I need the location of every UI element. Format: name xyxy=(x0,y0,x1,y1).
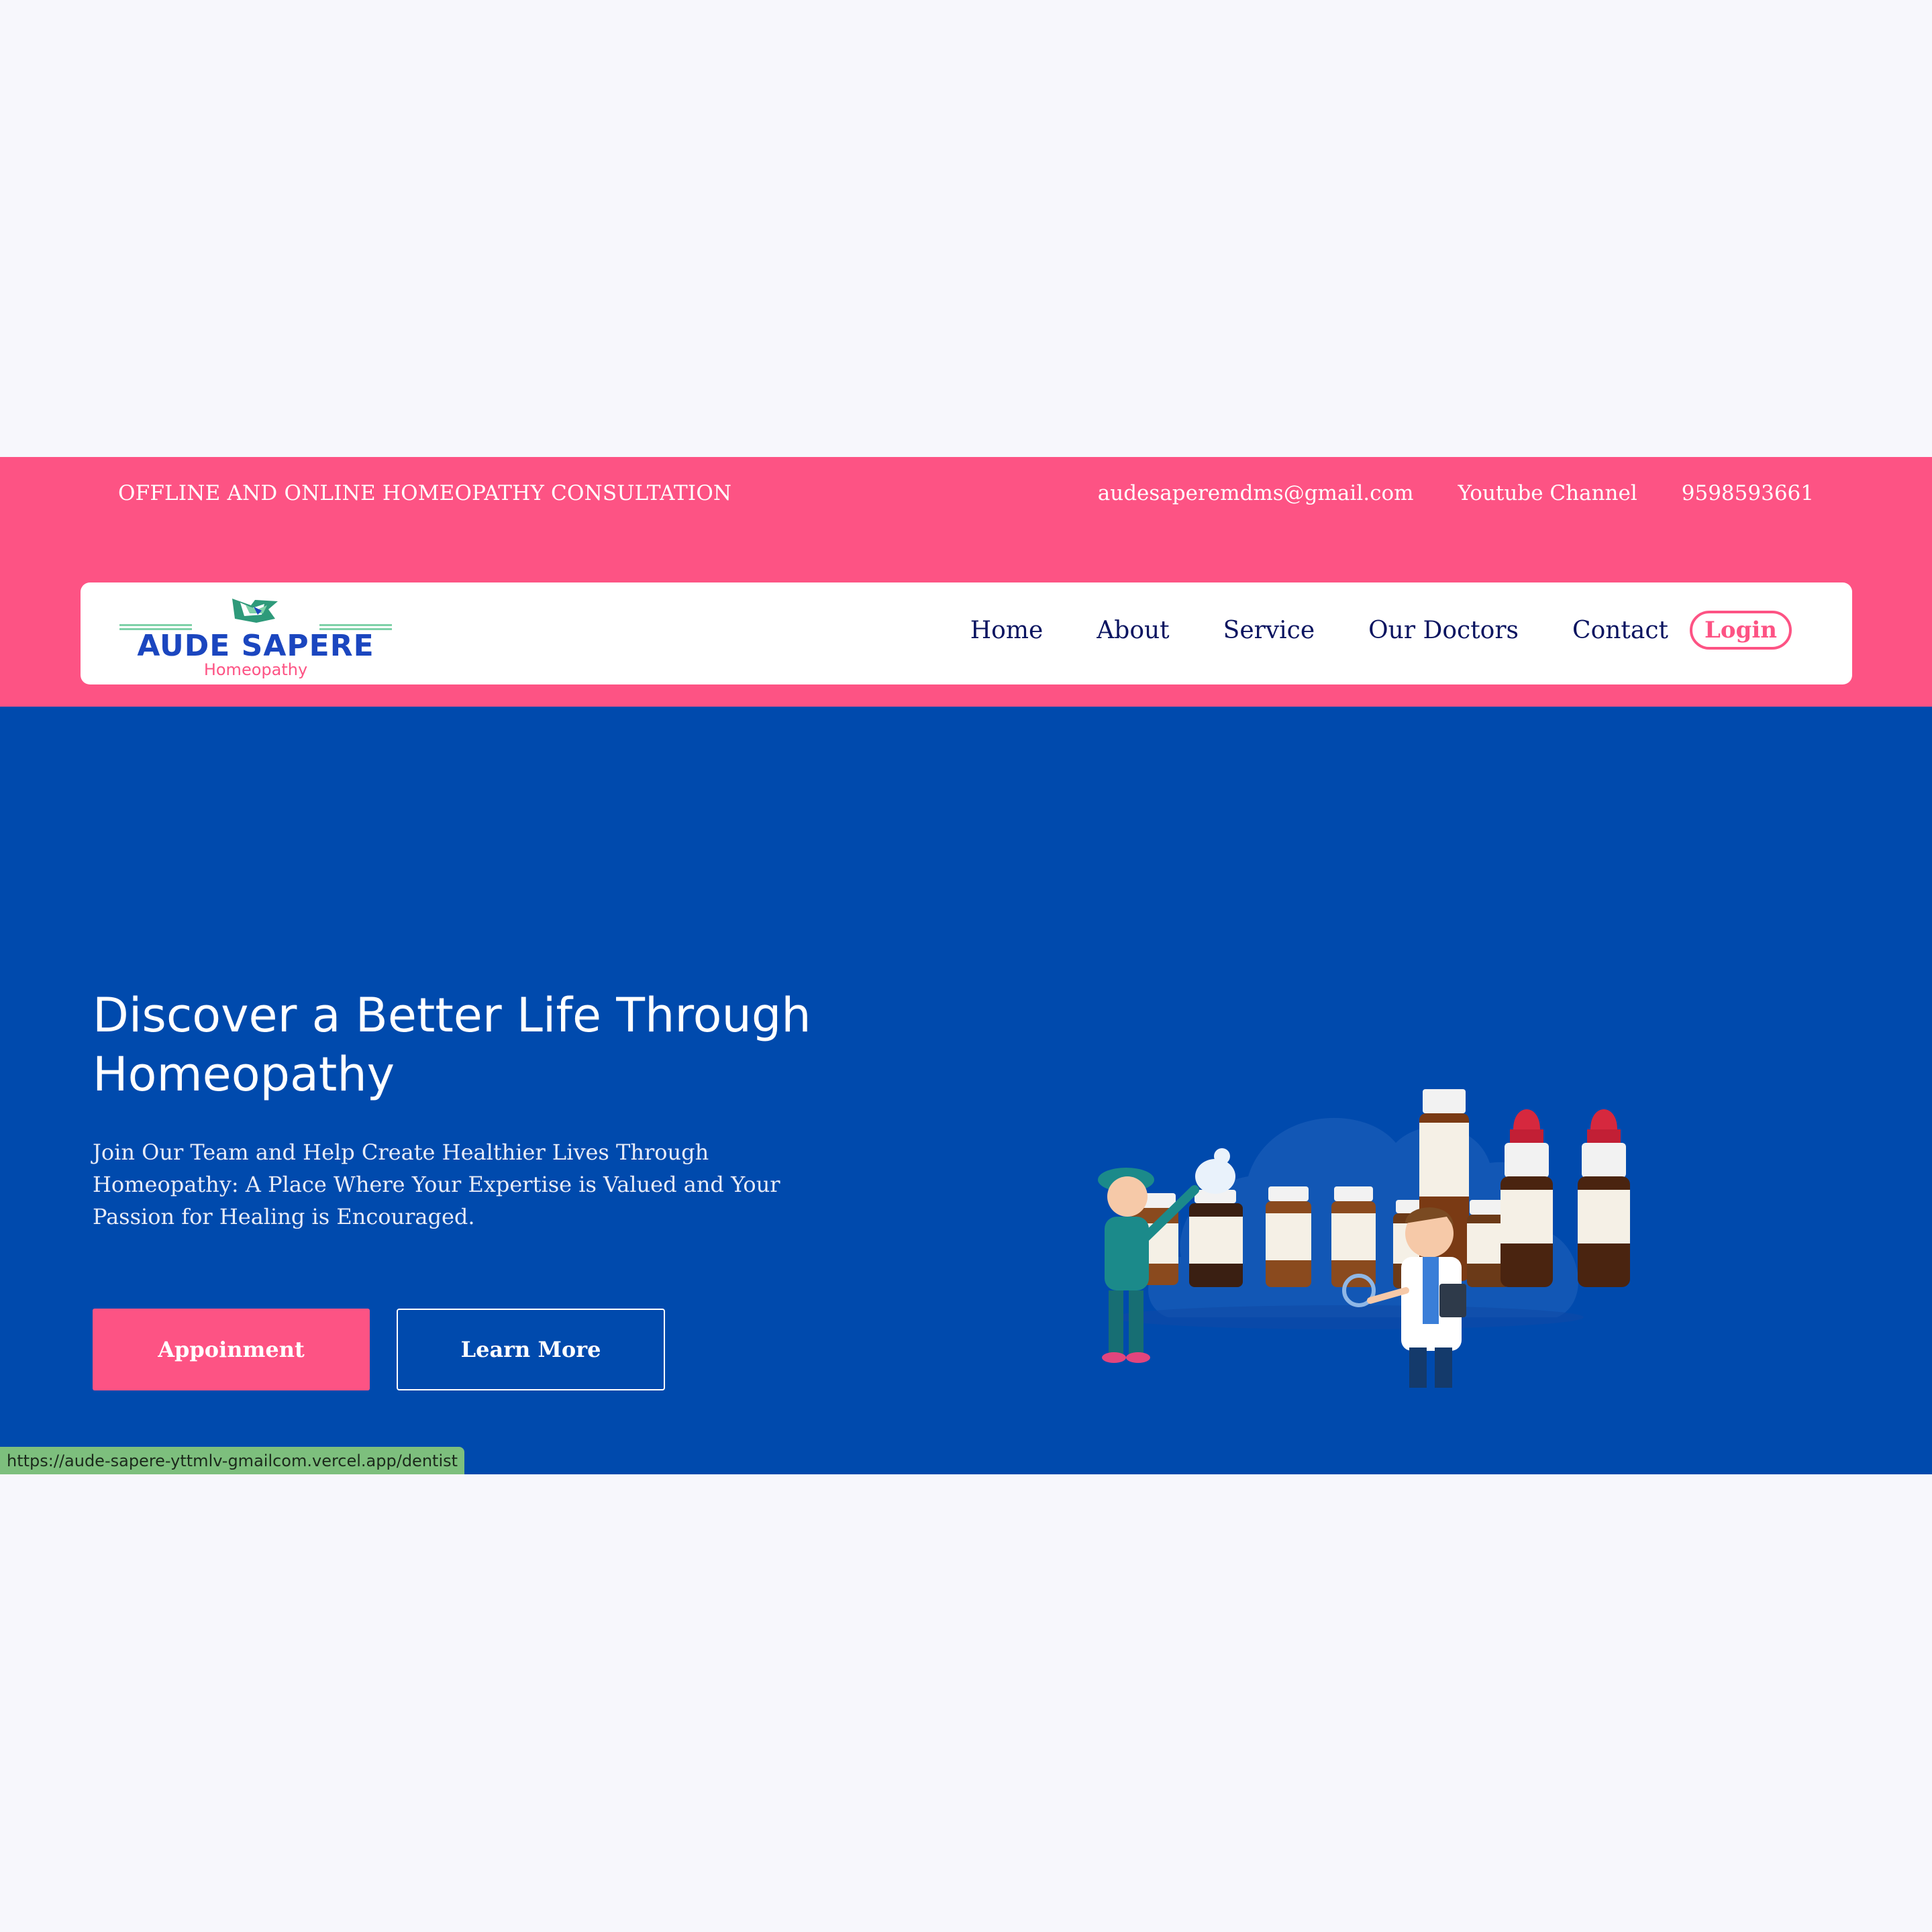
logo-wordmark: AUDE SAPERE xyxy=(137,629,374,663)
main-nav: Home About Service Our Doctors Contact L… xyxy=(917,611,1792,650)
phone-link[interactable]: 9598593661 xyxy=(1682,481,1814,505)
nav-home[interactable]: Home xyxy=(970,617,1044,644)
login-button[interactable]: Login xyxy=(1690,611,1792,650)
appointment-button[interactable]: Appoinment xyxy=(93,1309,370,1390)
contact-links: audesaperemdms@gmail.com Youtube Channel… xyxy=(1098,481,1814,505)
logo-subtitle: Homeopathy xyxy=(203,660,308,679)
site-logo[interactable]: AUDE SAPERE Homeopathy xyxy=(119,595,393,679)
logo-line xyxy=(119,624,192,626)
nav-our-doctors[interactable]: Our Doctors xyxy=(1368,617,1519,644)
navbar: AUDE SAPERE Homeopathy Home About Servic… xyxy=(81,582,1852,684)
email-link[interactable]: audesaperemdms@gmail.com xyxy=(1098,481,1414,505)
nav-contact[interactable]: Contact xyxy=(1572,617,1668,644)
nav-about[interactable]: About xyxy=(1097,617,1169,644)
browser-viewport: OFFLINE AND ONLINE HOMEOPATHY CONSULTATI… xyxy=(0,457,1932,1474)
doctors-with-homeopathy-bottles-illustration xyxy=(1098,1089,1630,1388)
nav-service[interactable]: Service xyxy=(1223,617,1315,644)
consultation-tagline: OFFLINE AND ONLINE HOMEOPATHY CONSULTATI… xyxy=(118,481,732,505)
youtube-channel-link[interactable]: Youtube Channel xyxy=(1458,481,1637,505)
hero-section: Discover a Better Life Through Homeopath… xyxy=(0,707,1932,1474)
hero-description: Join Our Team and Help Create Healthier … xyxy=(93,1139,780,1229)
logo-line xyxy=(319,624,392,626)
link-preview-status: https://aude-sapere-yttmlv-gmailcom.verc… xyxy=(0,1447,465,1474)
top-header: OFFLINE AND ONLINE HOMEOPATHY CONSULTATI… xyxy=(0,457,1932,707)
learn-more-button[interactable]: Learn More xyxy=(397,1309,665,1390)
hero-title: Discover a Better Life Through Homeopath… xyxy=(93,988,811,1102)
